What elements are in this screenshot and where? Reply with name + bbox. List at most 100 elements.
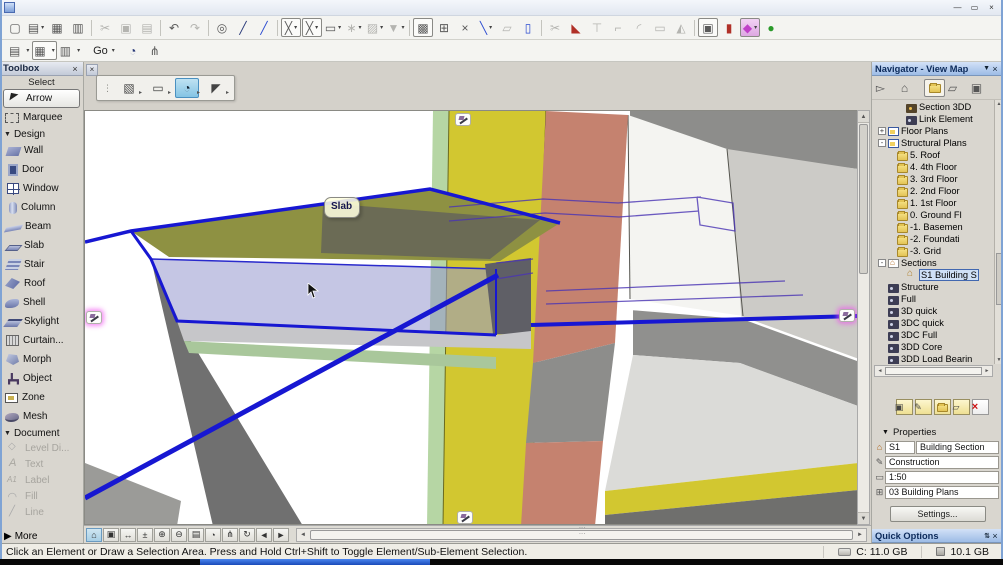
go-button[interactable]: Go xyxy=(90,41,116,60)
flyout-arrow-icon[interactable]: ▸ xyxy=(139,89,142,96)
delete-icon[interactable]: × xyxy=(455,18,475,37)
fit-home-icon[interactable]: ⌂ xyxy=(86,528,102,542)
chevron-down-icon[interactable]: ▼ xyxy=(983,65,990,72)
minimize-button[interactable]: — xyxy=(950,2,965,14)
arc-icon[interactable]: ◜ xyxy=(629,18,649,37)
tree-item-3dc-quick[interactable]: 3DC quick xyxy=(872,317,1003,329)
flyout-icon[interactable]: ▻ xyxy=(876,79,897,97)
open-icon[interactable]: ▤ xyxy=(26,18,46,37)
tree-vertical-scrollbar[interactable]: ▲ ▼ xyxy=(994,100,1003,364)
menu-item[interactable] xyxy=(52,1,68,15)
tree-item-foundation[interactable]: -2. Foundati xyxy=(872,233,1003,245)
find-select-icon[interactable]: ◎ xyxy=(212,18,232,37)
zoom-level-icon[interactable]: ± xyxy=(137,528,153,542)
zoom-box-icon[interactable]: ▣ xyxy=(103,528,119,542)
marquee-tool-icon[interactable]: ▭ xyxy=(323,18,343,37)
check-icon[interactable]: ● xyxy=(761,18,781,37)
design-section-header[interactable]: ▼Design xyxy=(0,127,83,141)
tree-item-floor-plans[interactable]: +Floor Plans xyxy=(872,125,1003,137)
link-view-button[interactable]: ▱ xyxy=(953,399,970,415)
tool-line[interactable]: Line xyxy=(0,504,83,520)
tree-item-3rd-floor[interactable]: 3. 3rd Floor xyxy=(872,173,1003,185)
menu-item[interactable] xyxy=(132,1,148,15)
pan-icon[interactable]: ▤ xyxy=(188,528,204,542)
quick-options-header[interactable]: Quick Options ⇅ × xyxy=(872,529,1003,543)
tree-item-basement[interactable]: -1. Basemen xyxy=(872,221,1003,233)
publisher-icon[interactable]: ▣ xyxy=(972,79,993,97)
close-icon[interactable]: × xyxy=(70,64,80,74)
flyout-arrow-icon[interactable]: ▸ xyxy=(197,89,200,96)
explore-arrow-icon[interactable]: ◤ xyxy=(204,78,228,98)
tree-item-sections[interactable]: -Sections xyxy=(872,257,1003,269)
flyout-arrow-icon[interactable]: ▸ xyxy=(226,89,229,96)
measure-icon[interactable]: ╳ xyxy=(302,18,322,37)
orbit-3d-icon[interactable]: ◔ xyxy=(125,41,145,60)
new-document-icon[interactable]: ▢ xyxy=(5,18,25,37)
close-icon[interactable]: × xyxy=(990,531,1000,541)
tool-marquee[interactable]: Marquee xyxy=(0,108,83,127)
save-icon[interactable]: ▦ xyxy=(47,18,67,37)
clone-view-button[interactable]: ▣ xyxy=(896,399,913,415)
inject-parameters-icon[interactable]: ╱ xyxy=(254,18,274,37)
settings-button[interactable]: Settings... xyxy=(890,506,986,522)
toolbar-button[interactable] xyxy=(275,18,280,37)
tree-horizontal-scrollbar[interactable]: ◄ ► xyxy=(874,365,993,377)
project-map-icon[interactable]: ⌂ xyxy=(900,79,921,97)
magic-wand-icon[interactable]: ◆ xyxy=(740,18,760,37)
tool-slab[interactable]: Slab xyxy=(0,236,83,255)
tree-expander[interactable]: + xyxy=(878,127,886,135)
tool-door[interactable]: Door xyxy=(0,160,83,179)
corner-icon[interactable]: ⌐ xyxy=(608,18,628,37)
layer-combination-value[interactable]: 03 Building Plans xyxy=(885,486,999,499)
look-around-icon[interactable]: ↻ xyxy=(239,528,255,542)
zoom-rect-icon[interactable]: ▭ xyxy=(146,78,170,98)
floor-plan-type-icon[interactable]: ▤ xyxy=(8,41,30,60)
frame-icon[interactable]: ▣ xyxy=(698,18,718,37)
grid-3d-icon[interactable]: ▩ xyxy=(413,18,433,37)
tree-expander[interactable]: - xyxy=(878,259,886,267)
copy-icon[interactable]: ▣ xyxy=(116,18,136,37)
tool-shell[interactable]: Shell xyxy=(0,293,83,312)
scrollbar-thumb[interactable] xyxy=(859,124,868,274)
redo-icon[interactable]: ↷ xyxy=(185,18,205,37)
section-marker-icon[interactable] xyxy=(839,309,855,322)
tree-item-grid[interactable]: -3. Grid xyxy=(872,245,1003,257)
tool-stair[interactable]: Stair xyxy=(0,255,83,274)
tree-item-1st-floor[interactable]: 1. 1st Floor xyxy=(872,197,1003,209)
menu-item[interactable] xyxy=(20,1,36,15)
tree-item-s1-building-section[interactable]: S1 Building S xyxy=(872,269,1003,281)
layout-book-icon[interactable]: ▱ xyxy=(948,79,969,97)
tree-item-3dc-full[interactable]: 3DC Full xyxy=(872,329,1003,341)
3d-view-canvas[interactable]: Slab xyxy=(84,110,857,525)
close-icon[interactable]: × xyxy=(990,64,1000,74)
tool-skylight[interactable]: Skylight xyxy=(0,312,83,331)
scroll-right-icon[interactable]: ► xyxy=(982,368,992,374)
print-icon[interactable]: ▥ xyxy=(68,18,88,37)
tool-mesh[interactable]: Mesh xyxy=(0,407,83,426)
toolbox-header[interactable]: Toolbox × xyxy=(0,62,83,76)
document-section-header[interactable]: ▼Document xyxy=(0,426,83,440)
menu-item[interactable] xyxy=(36,1,52,15)
scroll-up-icon[interactable]: ▲ xyxy=(995,100,1003,108)
properties-header[interactable]: ▼Properties xyxy=(872,425,1003,440)
toolbar-button[interactable] xyxy=(158,18,163,37)
snap-guides-icon[interactable]: ∗ xyxy=(344,18,364,37)
fit-width-icon[interactable]: ↔ xyxy=(120,528,136,542)
trim-icon[interactable]: ✂ xyxy=(545,18,565,37)
section-marker-icon[interactable] xyxy=(455,113,471,126)
close-button[interactable]: × xyxy=(984,2,999,14)
tree-item-2nd-floor[interactable]: 2. 2nd Floor xyxy=(872,185,1003,197)
paste-icon[interactable]: ▤ xyxy=(137,18,157,37)
tool-morph[interactable]: Morph xyxy=(0,350,83,369)
menu-item[interactable] xyxy=(68,1,84,15)
scrollbar-thumb[interactable] xyxy=(310,530,853,540)
section-type-icon[interactable]: ▦ xyxy=(32,41,56,60)
roof-icon[interactable]: ◭ xyxy=(671,18,691,37)
scrollbar-thumb[interactable] xyxy=(885,367,982,375)
navigator-header[interactable]: Navigator - View Map ▼ × xyxy=(872,62,1003,76)
fill-icon[interactable]: ▱ xyxy=(497,18,517,37)
walk-icon[interactable]: ⋔ xyxy=(147,41,167,60)
toolbar-button[interactable] xyxy=(83,41,88,60)
scale-value[interactable]: 1:50 xyxy=(885,471,999,484)
toolbar-button[interactable] xyxy=(206,18,211,37)
